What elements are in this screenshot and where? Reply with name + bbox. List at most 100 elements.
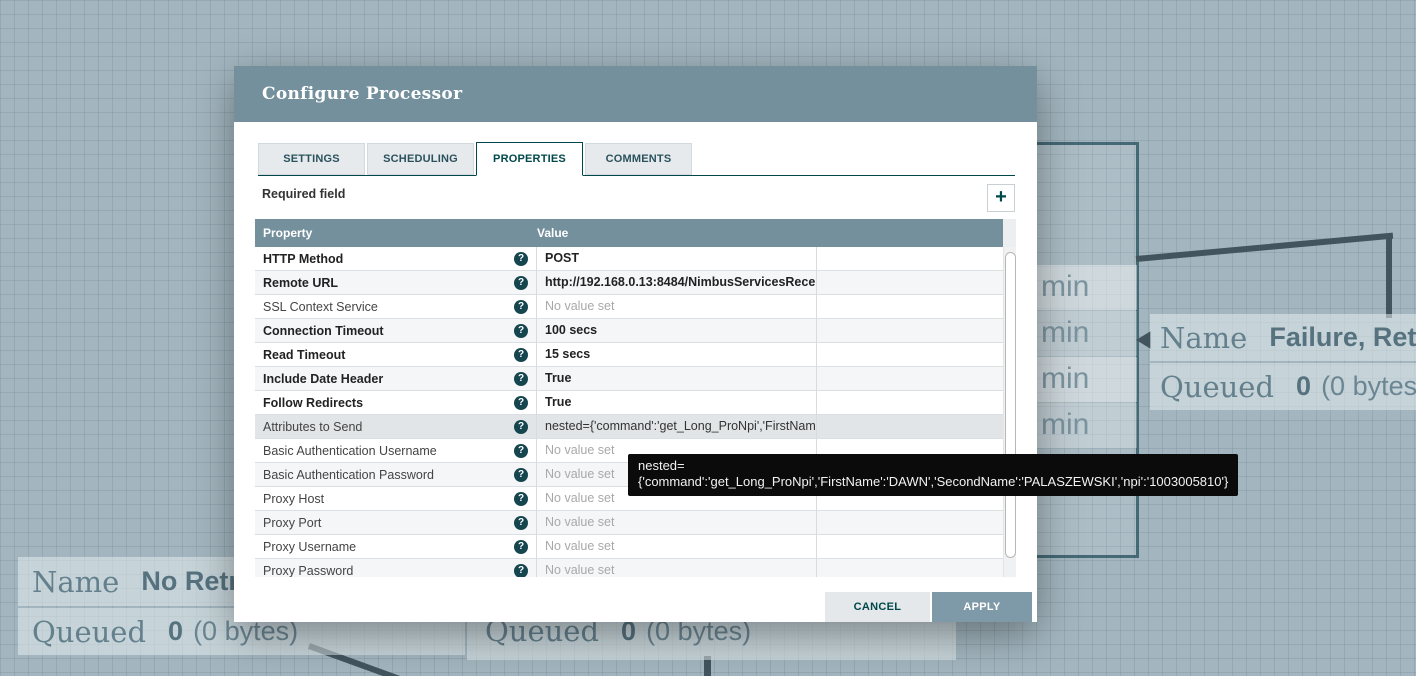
label-name-key: Name — [1160, 320, 1248, 355]
help-icon[interactable]: ? — [514, 419, 528, 434]
property-name: Basic Authentication Password — [263, 467, 434, 482]
property-row[interactable]: HTTP Method? POST — [255, 247, 1003, 271]
label-queued-key: Queued — [32, 614, 147, 649]
property-value[interactable]: No value set — [537, 295, 817, 318]
properties-rows: HTTP Method? POST Remote URL? http://192.16… — [255, 247, 1003, 577]
help-icon[interactable]: ? — [514, 347, 528, 362]
property-name: Proxy Username — [263, 539, 357, 554]
property-extra-cell — [817, 343, 1003, 366]
property-extra-cell — [817, 391, 1003, 414]
help-icon[interactable]: ? — [514, 515, 528, 530]
property-extra-cell — [817, 271, 1003, 294]
add-property-button[interactable]: + — [987, 184, 1015, 212]
tab-properties[interactable]: PROPERTIES — [476, 142, 583, 176]
property-row[interactable]: Read Timeout? 15 secs — [255, 343, 1003, 367]
property-name-cell: Connection Timeout? — [255, 319, 537, 342]
help-icon[interactable]: ? — [514, 443, 528, 458]
scrollbar-thumb[interactable] — [1005, 252, 1016, 558]
property-name-cell: Read Timeout? — [255, 343, 537, 366]
property-extra-cell — [817, 319, 1003, 342]
help-icon[interactable]: ? — [514, 539, 528, 554]
property-value[interactable]: POST — [537, 247, 817, 270]
plus-icon: + — [995, 186, 1007, 208]
property-extra-cell — [817, 511, 1003, 534]
property-value[interactable]: No value set — [537, 511, 817, 534]
property-extra-cell — [817, 415, 1003, 438]
connection-label-right-queued[interactable]: Queued 0 (0 bytes) — [1150, 363, 1416, 410]
tab-bar: SETTINGS SCHEDULING PROPERTIES COMMENTS — [258, 142, 1015, 176]
label-name-key: Name — [32, 564, 120, 599]
table-header-row: Property Value — [255, 219, 1003, 247]
dialog-header: Configure Processor — [234, 66, 1037, 122]
apply-button[interactable]: APPLY — [932, 592, 1032, 622]
help-icon[interactable]: ? — [514, 323, 528, 338]
connection-line-top[interactable] — [1135, 232, 1394, 262]
property-name: Connection Timeout — [263, 323, 384, 338]
property-value[interactable]: nested={'command':'get_Long_ProNpi','Fir… — [537, 415, 817, 438]
help-icon[interactable]: ? — [514, 491, 528, 506]
property-row[interactable]: Proxy Password? No value set — [255, 559, 1003, 577]
property-extra-cell — [817, 247, 1003, 270]
property-name-cell: Basic Authentication Username? — [255, 439, 537, 462]
property-value[interactable]: True — [537, 391, 817, 414]
scrollbar-gutter — [1003, 219, 1016, 247]
property-name: Proxy Host — [263, 491, 325, 506]
connection-line-right[interactable] — [1386, 238, 1392, 318]
property-value[interactable]: 15 secs — [537, 343, 817, 366]
property-row[interactable]: Remote URL? http://192.168.0.13:8484/Nimb… — [255, 271, 1003, 295]
column-header-value: Value — [537, 226, 569, 240]
property-extra-cell — [817, 535, 1003, 558]
tab-scheduling[interactable]: SCHEDULING — [367, 143, 474, 175]
help-icon[interactable]: ? — [514, 299, 528, 314]
property-row[interactable]: SSL Context Service? No value set — [255, 295, 1003, 319]
connection-label-right-name[interactable]: Name Failure, Retr — [1150, 314, 1416, 361]
property-name: Attributes to Send — [263, 419, 363, 434]
property-name: Follow Redirects — [263, 395, 364, 410]
property-row[interactable]: Follow Redirects? True — [255, 391, 1003, 415]
property-row[interactable]: Proxy Port? No value set — [255, 511, 1003, 535]
tab-settings[interactable]: SETTINGS — [258, 143, 365, 175]
label-queued-key: Queued — [1160, 369, 1275, 404]
help-icon[interactable]: ? — [514, 251, 528, 266]
property-name-cell: Follow Redirects? — [255, 391, 537, 414]
help-icon[interactable]: ? — [514, 563, 528, 577]
property-value[interactable]: No value set — [537, 535, 817, 558]
dialog-title: Configure Processor — [262, 84, 463, 104]
property-row[interactable]: Proxy Username? No value set — [255, 535, 1003, 559]
property-name-cell: Attributes to Send? — [255, 415, 537, 438]
configure-processor-dialog: Configure Processor SETTINGS SCHEDULING PR… — [234, 66, 1037, 622]
property-name: Proxy Port — [263, 515, 322, 530]
property-extra-cell — [817, 367, 1003, 390]
label-queued-count: 0 — [1296, 371, 1312, 401]
scrollbar-track[interactable] — [1003, 247, 1016, 577]
required-field-label: Required field — [262, 187, 346, 201]
property-name: SSL Context Service — [263, 299, 378, 314]
property-name-cell: Basic Authentication Password? — [255, 463, 537, 486]
property-name-cell: SSL Context Service? — [255, 295, 537, 318]
column-header-property: Property — [263, 226, 313, 240]
tooltip-line2: {'command':'get_Long_ProNpi','FirstName'… — [638, 474, 1229, 489]
nifi-canvas: 5 min 5 min 5 min 5 min Name Failure, Retr … — [0, 0, 1416, 676]
property-row[interactable]: Include Date Header? True — [255, 367, 1003, 391]
properties-table: Property Value HTTP Method? POST Remote UR… — [255, 219, 1016, 577]
property-name-cell: HTTP Method? — [255, 247, 537, 270]
property-name: Read Timeout — [263, 347, 346, 362]
property-value[interactable]: True — [537, 367, 817, 390]
property-name: Basic Authentication Username — [263, 443, 437, 458]
property-value[interactable]: http://192.168.0.13:8484/NimbusServicesR… — [537, 271, 817, 294]
property-name-cell: Proxy Host? — [255, 487, 537, 510]
help-icon[interactable]: ? — [514, 371, 528, 386]
property-value[interactable]: No value set — [537, 559, 817, 577]
help-icon[interactable]: ? — [514, 395, 528, 410]
property-row[interactable]: Connection Timeout? 100 secs — [255, 319, 1003, 343]
tab-comments[interactable]: COMMENTS — [585, 143, 692, 175]
property-name: HTTP Method — [263, 251, 344, 266]
property-row[interactable]: Attributes to Send? nested={'command':'ge… — [255, 415, 1003, 439]
help-icon[interactable]: ? — [514, 275, 528, 290]
help-icon[interactable]: ? — [514, 467, 528, 482]
property-name-cell: Proxy Password? — [255, 559, 537, 577]
property-value[interactable]: 100 secs — [537, 319, 817, 342]
cancel-button[interactable]: CANCEL — [825, 592, 930, 622]
tooltip-line1: nested= — [638, 458, 685, 473]
property-name: Remote URL — [263, 275, 339, 290]
